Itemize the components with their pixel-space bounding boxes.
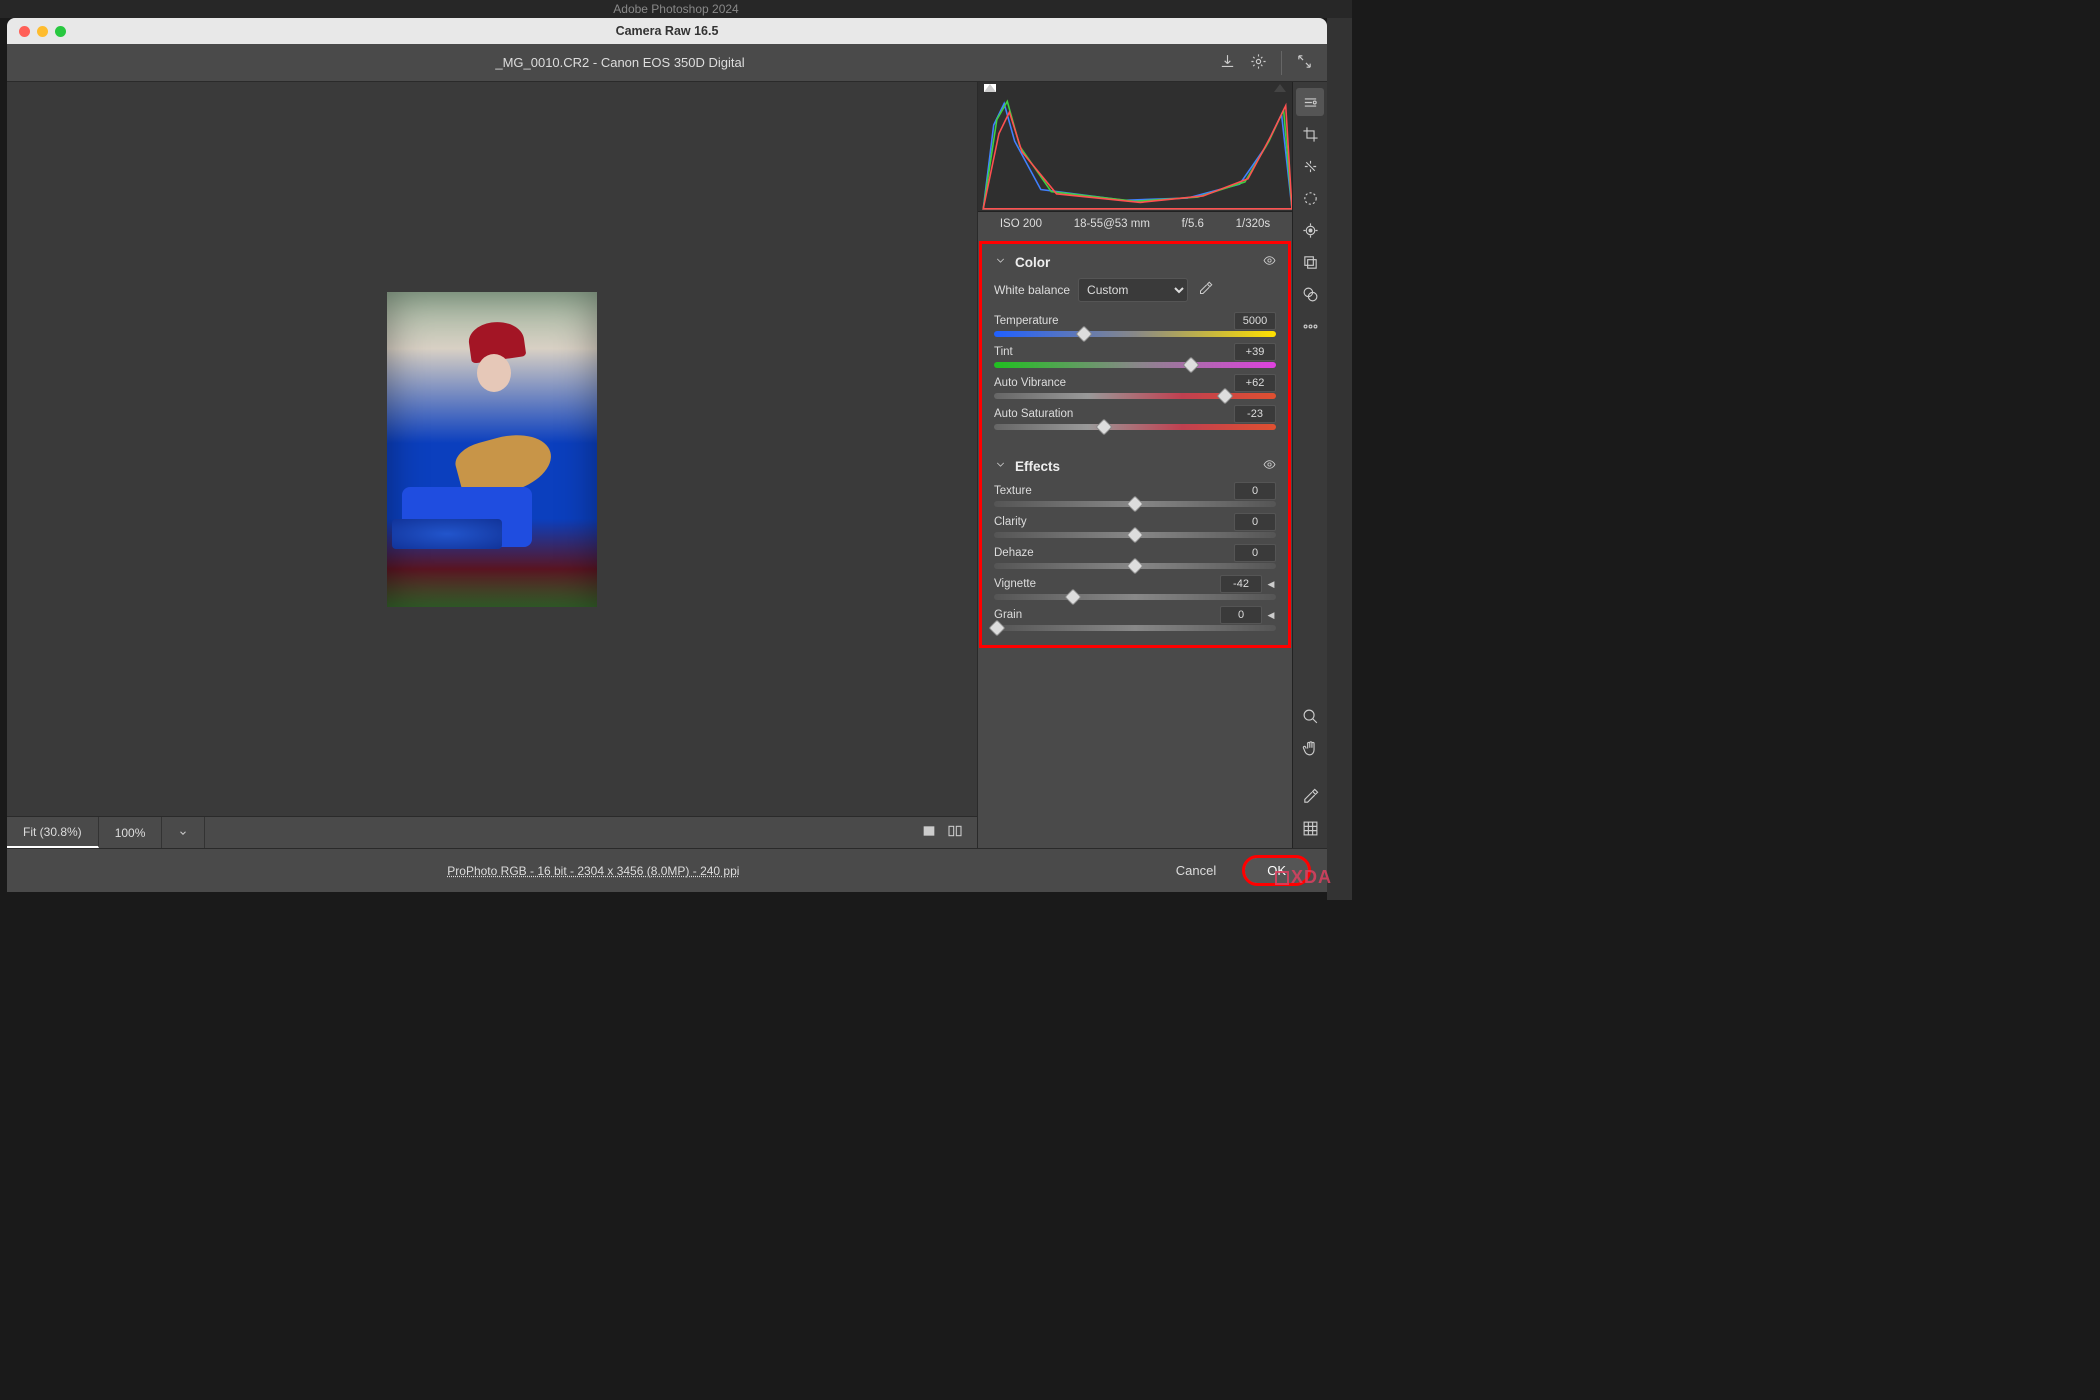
slider-label: Auto Vibrance [994, 377, 1066, 389]
view-single-icon[interactable] [921, 823, 937, 842]
grid-icon[interactable] [1296, 814, 1324, 842]
photoshop-background [1327, 18, 1352, 900]
zoom-100-button[interactable]: 100% [99, 817, 163, 848]
effects-slider-vignette: Vignette ◀ [994, 575, 1276, 600]
mask-tool-icon[interactable] [1296, 184, 1324, 212]
slider-value-input[interactable] [1234, 482, 1276, 500]
effects-section-header[interactable]: Effects [994, 454, 1276, 482]
slider-label: Clarity [994, 516, 1027, 528]
slider-track[interactable] [994, 393, 1276, 399]
slider-track[interactable] [994, 625, 1276, 631]
slider-label: Temperature [994, 315, 1059, 327]
edit-tool-icon[interactable] [1296, 88, 1324, 116]
slider-value-input[interactable] [1220, 606, 1262, 624]
heal-tool-icon[interactable] [1296, 152, 1324, 180]
cancel-button[interactable]: Cancel [1162, 857, 1230, 884]
output-info[interactable]: ProPhoto RGB - 16 bit - 2304 x 3456 (8.0… [25, 864, 1162, 878]
image-preview[interactable] [7, 82, 977, 816]
slider-value-input[interactable] [1234, 405, 1276, 423]
slider-track[interactable] [994, 331, 1276, 337]
color-slider-auto-saturation: Auto Saturation [994, 405, 1276, 430]
zoom-tool-icon[interactable] [1296, 702, 1324, 730]
app-title: Adobe Photoshop 2024 [0, 0, 1352, 18]
slider-label: Texture [994, 485, 1032, 497]
shadow-clip-indicator[interactable] [984, 84, 996, 92]
histogram[interactable] [978, 82, 1292, 212]
titlebar: Camera Raw 16.5 [7, 18, 1327, 44]
slider-label: Auto Saturation [994, 408, 1073, 420]
slider-track[interactable] [994, 362, 1276, 368]
color-section: Color White balance Custom Temperature Ti… [980, 242, 1290, 446]
redeye-tool-icon[interactable] [1296, 216, 1324, 244]
slider-label: Tint [994, 346, 1013, 358]
window-title: Camera Raw 16.5 [7, 24, 1327, 38]
slider-track[interactable] [994, 424, 1276, 430]
slider-value-input[interactable] [1234, 343, 1276, 361]
white-balance-label: White balance [994, 283, 1070, 297]
effects-slider-texture: Texture [994, 482, 1276, 507]
slider-track[interactable] [994, 563, 1276, 569]
slider-value-input[interactable] [1234, 544, 1276, 562]
slider-value-input[interactable] [1220, 575, 1262, 593]
presets-icon[interactable] [1296, 280, 1324, 308]
eyedropper-icon[interactable] [1196, 281, 1214, 299]
slider-label: Grain [994, 609, 1022, 621]
highlight-clip-indicator[interactable] [1274, 84, 1286, 92]
exif-bar: ISO 20018-55@53 mmf/5.61/320s [978, 212, 1292, 236]
effects-slider-grain: Grain ◀ [994, 606, 1276, 631]
zoom-bar: Fit (30.8%) 100% [7, 816, 977, 848]
tool-strip [1292, 82, 1327, 848]
slider-value-input[interactable] [1234, 374, 1276, 392]
color-slider-temperature: Temperature [994, 312, 1276, 337]
fullscreen-icon[interactable] [1296, 53, 1313, 73]
slider-value-input[interactable] [1234, 513, 1276, 531]
slider-track[interactable] [994, 594, 1276, 600]
crop-tool-icon[interactable] [1296, 120, 1324, 148]
hand-tool-icon[interactable] [1296, 734, 1324, 762]
settings-icon[interactable] [1250, 53, 1267, 73]
zoom-fit-button[interactable]: Fit (30.8%) [7, 817, 99, 848]
disclosure-icon[interactable]: ◀ [1266, 579, 1276, 590]
chevron-down-icon [994, 254, 1007, 270]
color-slider-auto-vibrance: Auto Vibrance [994, 374, 1276, 399]
more-icon[interactable] [1296, 312, 1324, 340]
effects-slider-dehaze: Dehaze [994, 544, 1276, 569]
disclosure-icon[interactable]: ◀ [1266, 610, 1276, 621]
xda-watermark: XDA [1275, 867, 1332, 888]
snapshots-icon[interactable] [1296, 248, 1324, 276]
file-label: _MG_0010.CR2 - Canon EOS 350D Digital [21, 55, 1219, 70]
photo-content [387, 292, 597, 607]
zoom-dropdown[interactable] [162, 817, 205, 848]
slider-value-input[interactable] [1234, 312, 1276, 330]
slider-track[interactable] [994, 532, 1276, 538]
color-slider-tint: Tint [994, 343, 1276, 368]
status-bar: ProPhoto RGB - 16 bit - 2304 x 3456 (8.0… [7, 848, 1327, 892]
eye-icon[interactable] [1263, 254, 1276, 270]
effects-slider-clarity: Clarity [994, 513, 1276, 538]
slider-label: Dehaze [994, 547, 1034, 559]
effects-section: Effects TextureClarityDehazeVignette◀Gra… [980, 446, 1290, 647]
view-compare-icon[interactable] [947, 823, 963, 842]
slider-track[interactable] [994, 501, 1276, 507]
file-toolbar: _MG_0010.CR2 - Canon EOS 350D Digital [7, 44, 1327, 82]
white-balance-select[interactable]: Custom [1078, 278, 1188, 302]
camera-raw-window: Camera Raw 16.5 _MG_0010.CR2 - Canon EOS… [7, 18, 1327, 892]
chevron-down-icon [994, 458, 1007, 474]
eye-icon[interactable] [1263, 458, 1276, 474]
slider-label: Vignette [994, 578, 1036, 590]
save-icon[interactable] [1219, 53, 1236, 73]
color-sampler-icon[interactable] [1296, 782, 1324, 810]
color-section-header[interactable]: Color [994, 250, 1276, 278]
